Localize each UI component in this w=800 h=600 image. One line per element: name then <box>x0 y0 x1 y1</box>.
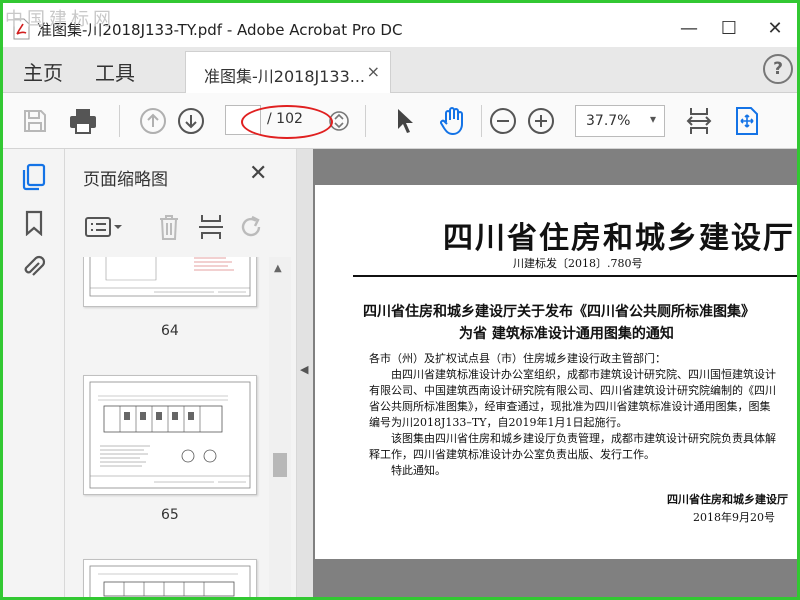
issue-date: 2018年9月20号 <box>693 511 775 524</box>
arrow-up-circle-icon <box>140 108 166 134</box>
notice-title-line-2: 为省 建筑标准设计通用图集的通知 <box>459 326 674 342</box>
collapse-left-icon: ◀ <box>300 363 309 376</box>
close-window-button[interactable]: ✕ <box>755 13 795 43</box>
printer-icon <box>70 109 96 134</box>
maximize-button[interactable]: ☐ <box>709 13 749 43</box>
full-screen-button[interactable] <box>731 105 763 137</box>
annotation-highlight-ellipse <box>241 105 333 139</box>
tab-tools[interactable]: 工具 <box>95 57 135 86</box>
page-thumbnail[interactable] <box>83 375 257 495</box>
help-button[interactable]: ? <box>763 54 793 84</box>
hand-icon <box>440 107 463 135</box>
thumbnail-drawing <box>89 565 251 597</box>
watermark: 中国建标网 <box>5 9 115 30</box>
thumbnail-list: 64 65 <box>65 257 273 597</box>
zoom-level-value: 37.7% <box>586 113 631 129</box>
rotate-page-button[interactable] <box>235 211 267 243</box>
fit-width-icon <box>686 108 712 134</box>
chevron-down-icon: ▾ <box>649 112 656 126</box>
notice-title: 四川省住房和城乡建设厅关于发布《四川省公共厕所标准图集》 为省 建筑标准设计通用… <box>363 301 797 345</box>
navigation-rail <box>3 149 65 597</box>
hand-tool-button[interactable] <box>437 105 469 137</box>
delete-page-button[interactable] <box>153 211 185 243</box>
panel-toolbar <box>65 205 297 249</box>
panel-collapse-handle[interactable]: ◀ <box>297 149 313 597</box>
thumbnail-drawing <box>89 381 251 489</box>
body-line: 该图集由四川省住房和城乡建设厅负责管理，成都市建筑设计研究院负责具体解 <box>391 432 776 445</box>
toolbar-divider <box>481 105 482 137</box>
title-bar: 准图集-川2018J133-TY.pdf - Adobe Acrobat Pro… <box>3 3 797 47</box>
zoom-out-button[interactable] <box>487 105 519 137</box>
page-thumbnail[interactable] <box>83 559 257 597</box>
scroll-up-arrow-icon[interactable]: ▲ <box>274 263 282 274</box>
body-line: 省公共厕所标准图集》，经审查通过，现批准为四川省建筑标准设计通用图集，图集 <box>369 400 771 413</box>
issuer-signature: 四川省住房和城乡建设厅 <box>667 493 788 506</box>
bookmark-icon <box>25 210 43 236</box>
save-button[interactable] <box>19 105 51 137</box>
body-line: 有限公司、中国建筑西南设计研究院有限公司、四川省建筑设计研究院编制的《四川 <box>369 384 776 397</box>
options-menu-icon <box>85 217 122 237</box>
body-line: 各市（州）及扩权试点县（市）住房城乡建设行政主管部门： <box>369 352 666 365</box>
document-header: 四川省住房和城乡建设厅 <box>443 221 795 256</box>
notice-body: 各市（州）及扩权试点县（市）住房城乡建设行政主管部门： 由四川省建筑标准设计办公… <box>369 351 797 479</box>
body-line: 编号为川2018J133–TY，自2019年1月1日起施行。 <box>369 416 628 429</box>
split-page-icon <box>199 215 223 239</box>
toolbar-divider <box>119 105 120 137</box>
plus-circle-icon <box>528 108 554 134</box>
document-viewport[interactable]: 四川省住房和城乡建设厅 川建标发〔2018〕.780号 四川省住房和城乡建设厅关… <box>313 149 797 597</box>
main-toolbar: / 102 37.7% ▾ <box>3 93 797 149</box>
tab-home[interactable]: 主页 <box>23 57 63 86</box>
zoom-level-dropdown[interactable]: 37.7% ▾ <box>575 105 665 137</box>
thumbnail-options-button[interactable] <box>83 211 125 243</box>
print-button[interactable] <box>67 105 99 137</box>
close-panel-button[interactable]: ✕ <box>249 161 267 186</box>
panel-title: 页面缩略图 <box>83 170 168 190</box>
bookmarks-button[interactable] <box>20 209 48 237</box>
close-tab-button[interactable]: × <box>367 62 380 81</box>
thumbnails-panel: 页面缩略图 ✕ 64 65 ▲ <box>65 149 297 597</box>
body-line: 特此通知。 <box>391 464 446 477</box>
page-thumbnails-icon <box>22 163 46 191</box>
tab-document[interactable]: 准图集-川2018J133... × <box>185 51 391 93</box>
minus-circle-icon <box>490 108 516 134</box>
split-page-button[interactable] <box>195 211 227 243</box>
paperclip-icon <box>24 255 46 276</box>
cursor-arrow-icon <box>398 109 413 133</box>
thumbnail-page-number: 65 <box>161 507 179 523</box>
arrow-down-circle-icon <box>178 108 204 134</box>
minimize-button[interactable]: — <box>669 13 709 43</box>
scrollbar-thumb[interactable] <box>273 453 287 477</box>
next-page-button[interactable] <box>175 105 207 137</box>
thumbnail-scrollbar[interactable]: ▲ <box>269 257 291 597</box>
thumbnail-page-number: 64 <box>161 323 179 339</box>
notice-title-line-1: 四川省住房和城乡建设厅关于发布《四川省公共厕所标准图集》 <box>363 304 755 320</box>
previous-page-button[interactable] <box>137 105 169 137</box>
select-tool-button[interactable] <box>389 105 421 137</box>
body-line: 由四川省建筑标准设计办公室组织，成都市建筑设计研究院、四川国恒建筑设计 <box>391 368 776 381</box>
document-number: 川建标发〔2018〕.780号 <box>513 257 643 270</box>
fit-page-button[interactable] <box>683 105 715 137</box>
trash-icon <box>160 215 178 240</box>
tab-bar: 主页 工具 准图集-川2018J133... × ? <box>3 47 797 93</box>
attachments-button[interactable] <box>20 253 48 281</box>
app-window: 中国建标网 准图集-川2018J133-TY.pdf - Adobe Acrob… <box>0 0 800 600</box>
header-divider <box>353 275 797 277</box>
thumbnail-drawing <box>89 257 251 297</box>
full-screen-icon <box>736 107 758 135</box>
document-tab-label: 准图集-川2018J133... <box>204 67 366 86</box>
page-thumbnail[interactable] <box>83 257 257 307</box>
rotate-icon <box>241 215 261 237</box>
document-page: 四川省住房和城乡建设厅 川建标发〔2018〕.780号 四川省住房和城乡建设厅关… <box>315 185 797 559</box>
toolbar-divider <box>365 105 366 137</box>
save-icon <box>24 110 46 132</box>
page-thumbnails-button[interactable] <box>20 163 48 191</box>
body-line: 释工作，四川省建筑标准设计办公室负责出版、发行工作。 <box>369 448 655 461</box>
zoom-in-button[interactable] <box>525 105 557 137</box>
